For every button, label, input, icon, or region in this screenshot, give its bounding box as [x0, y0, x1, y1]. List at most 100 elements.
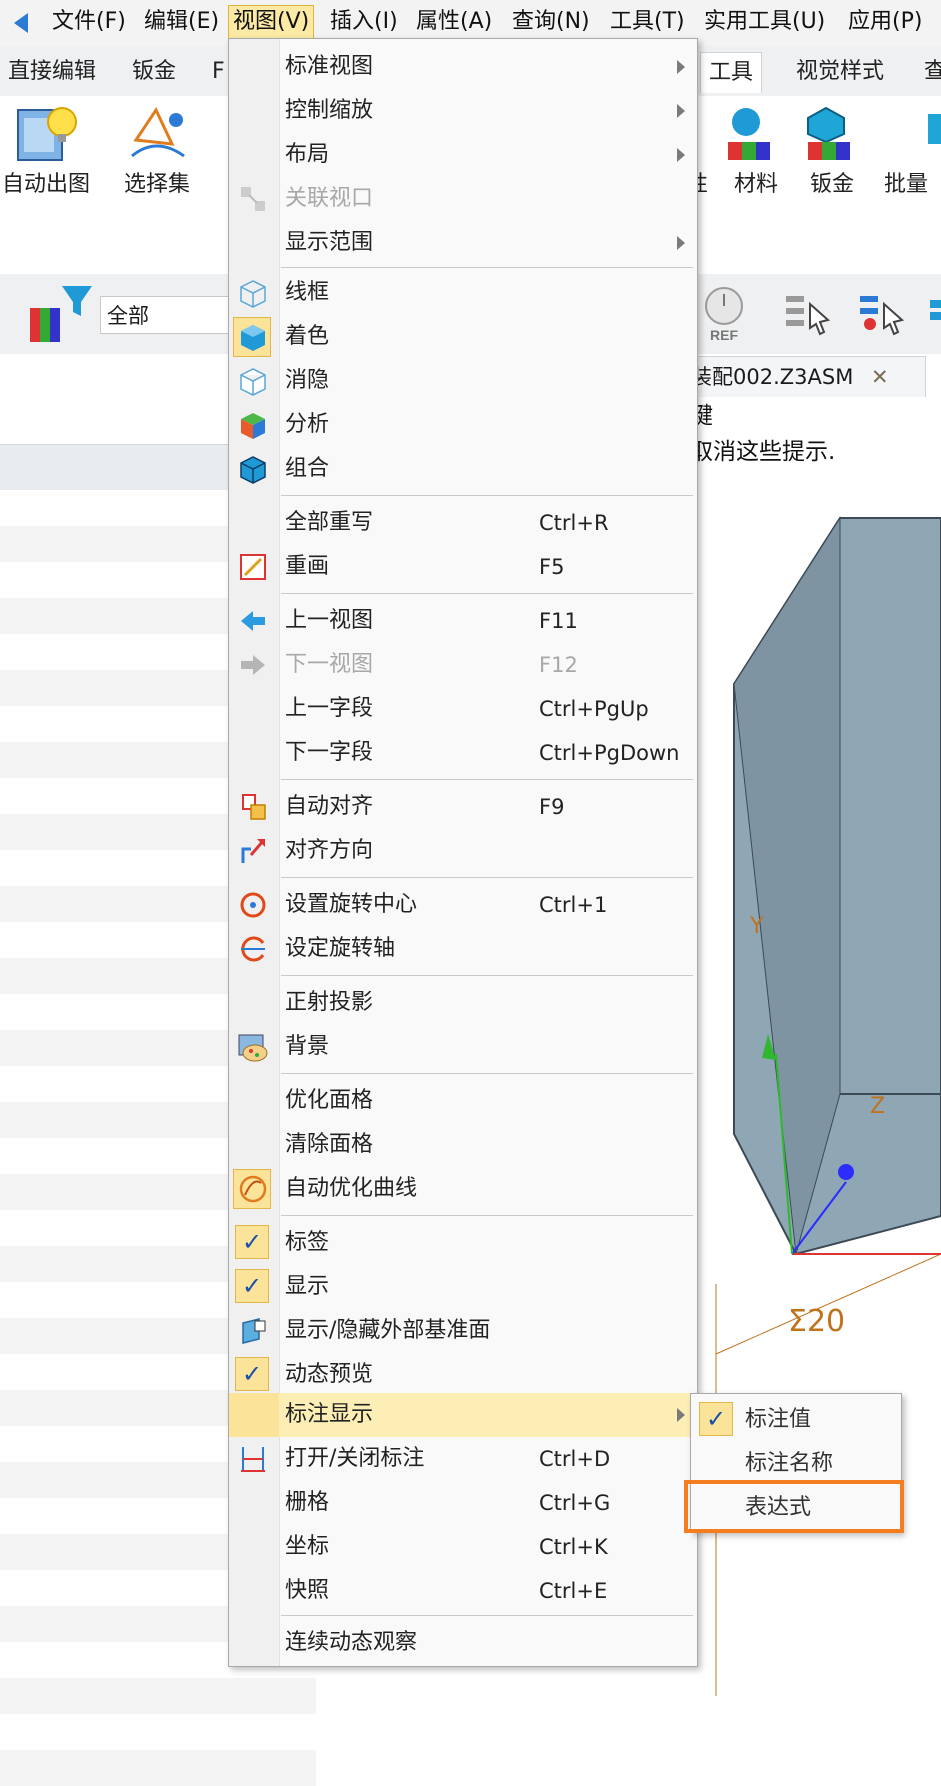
tree-row[interactable] [0, 1678, 316, 1714]
tree-row[interactable] [0, 1750, 316, 1786]
close-icon[interactable]: ✕ [871, 357, 889, 397]
menu-item-labels[interactable]: ✓ 标签 [229, 1221, 697, 1265]
menu-query[interactable]: 查询(N) [508, 6, 594, 38]
menu-item-next-view[interactable]: 下一视图 F12 [229, 643, 697, 687]
batch-icon[interactable] [926, 110, 941, 150]
menu-item-display-range[interactable]: 显示范围 [229, 221, 697, 265]
checkmark-icon: ✓ [235, 1357, 269, 1391]
menu-item-next-field[interactable]: 下一字段 Ctrl+PgDown [229, 731, 697, 775]
material-label: 材料 [734, 172, 779, 197]
svg-text:REF: REF [710, 327, 738, 343]
analysis-icon [241, 413, 265, 439]
menu-item-set-rotation-axis[interactable]: 设定旋转轴 [229, 927, 697, 971]
checkmark-icon: ✓ [699, 1402, 733, 1436]
shaded-icon [241, 325, 265, 351]
checkmark-icon: ✓ [235, 1225, 269, 1259]
checkmark-icon: ✓ [235, 1269, 269, 1303]
submenu-arrow-icon [677, 104, 685, 118]
menu-item-auto-align[interactable]: 自动对齐 F9 [229, 785, 697, 829]
arrow-right-icon [241, 655, 265, 675]
auto-align-icon [242, 794, 266, 820]
document-tab[interactable]: 装配002.Z3ASM ✕ [670, 356, 926, 397]
menu-apps[interactable]: 应用(P) [844, 6, 926, 38]
linked-viewport-icon [241, 187, 265, 211]
menu-item-toggle-annotations[interactable]: 打开/关闭标注 Ctrl+D [229, 1437, 697, 1481]
batch-label: 批量 [884, 172, 929, 197]
optimize-curves-icon [239, 1175, 267, 1203]
menu-item-regenerate-all[interactable]: 全部重写 Ctrl+R [229, 501, 697, 545]
menu-item-snapshot[interactable]: 快照 Ctrl+E [229, 1569, 697, 1613]
sheet-metal-icon[interactable] [800, 104, 860, 164]
rotation-center-icon [240, 892, 266, 918]
menu-attributes[interactable]: 属性(A) [412, 6, 496, 38]
menu-item-previous-view[interactable]: 上一视图 F11 [229, 599, 697, 643]
menu-item-display[interactable]: ✓ 显示 [229, 1265, 697, 1309]
hint-text: 取消这些提示. [690, 439, 836, 465]
toolbar-icon[interactable] [928, 296, 941, 336]
menu-utilities[interactable]: 实用工具(U) [700, 6, 829, 38]
menu-item-show-hide-datums[interactable]: 显示/隐藏外部基准面 [229, 1309, 697, 1353]
menu-item-optimize-facets[interactable]: 优化面格 [229, 1079, 697, 1123]
filter-icon[interactable] [28, 282, 98, 346]
menu-item-previous-field[interactable]: 上一字段 Ctrl+PgUp [229, 687, 697, 731]
menu-item-zoom-control[interactable]: 控制缩放 [229, 89, 697, 133]
menu-item-redraw[interactable]: 重画 F5 [229, 545, 697, 589]
menu-view[interactable]: 视图(V) [228, 5, 315, 39]
menu-item-orthographic[interactable]: 正射投影 [229, 981, 697, 1025]
ref-icon[interactable]: REF [700, 284, 756, 344]
axis-z-label: Z [870, 1094, 886, 1119]
material-icon[interactable] [724, 104, 784, 164]
submenu-arrow-icon [677, 60, 685, 74]
axis-y-label: Y [750, 914, 764, 939]
datum-plane-icon [242, 1318, 266, 1344]
menu-insert[interactable]: 插入(I) [326, 6, 402, 38]
menu-item-combined[interactable]: 组合 [229, 447, 697, 491]
menu-item-analysis[interactable]: 分析 [229, 403, 697, 447]
align-direction-icon [241, 839, 265, 863]
menu-item-standard-view[interactable]: 标准视图 [229, 45, 697, 89]
select-filter-icon[interactable] [782, 290, 834, 340]
tab-visual-style[interactable]: 视觉样式 [788, 52, 892, 92]
menu-item-dynamic-preview[interactable]: ✓ 动态预览 [229, 1353, 697, 1397]
menu-item-grid[interactable]: 栅格 Ctrl+G [229, 1481, 697, 1525]
menu-item-wireframe[interactable]: 线框 [229, 271, 697, 315]
dimension-icon [241, 1447, 265, 1472]
tab-sheet-metal[interactable]: 钣金 [124, 52, 184, 92]
menu-item-coordinates[interactable]: 坐标 Ctrl+K [229, 1525, 697, 1569]
menu-item-shaded[interactable]: 着色 [229, 315, 697, 359]
menu-tools[interactable]: 工具(T) [606, 6, 689, 38]
dimension-label: Σ20 [788, 1304, 846, 1339]
menu-edit[interactable]: 编辑(E) [140, 6, 223, 38]
menu-item-auto-optimize-curves[interactable]: 自动优化曲线 [229, 1167, 697, 1211]
background-icon [238, 1034, 268, 1062]
submenu-arrow-icon [677, 236, 685, 250]
view-menu-dropdown: 标准视图 控制缩放 布局 关联视口 显示范围 线框 着色 消隐 分析 组合 全部… [228, 38, 698, 1667]
wireframe-icon [240, 280, 266, 308]
menu-item-hidden-line[interactable]: 消隐 [229, 359, 697, 403]
tree-row[interactable] [0, 1714, 316, 1750]
menu-item-annotation-display[interactable]: 标注显示 [229, 1393, 697, 1437]
menu-item-continuous-orbit[interactable]: 连续动态观察 [229, 1621, 697, 1665]
auto-drawing-icon[interactable] [14, 100, 80, 172]
select-filter-icon[interactable] [856, 290, 908, 340]
tab-query[interactable]: 查 [916, 52, 941, 92]
tab-tools[interactable]: 工具 [700, 52, 763, 93]
menu-item-background[interactable]: 背景 [229, 1025, 697, 1069]
emphasis-highlight-box [684, 1480, 904, 1533]
selection-set-icon[interactable] [126, 100, 196, 172]
submenu-item-dimension-value[interactable]: ✓ 标注值 [691, 1398, 901, 1442]
back-arrow-icon[interactable] [14, 13, 28, 33]
menu-item-align-direction[interactable]: 对齐方向 [229, 829, 697, 873]
rotation-axis-icon [241, 936, 265, 962]
menu-item-set-rotation-center[interactable]: 设置旋转中心 Ctrl+1 [229, 883, 697, 927]
menu-item-layout[interactable]: 布局 [229, 133, 697, 177]
menu-file[interactable]: 文件(F) [48, 6, 130, 38]
menu-item-clear-facets[interactable]: 清除面格 [229, 1123, 697, 1167]
document-title: 装配002.Z3ASM [691, 365, 854, 389]
sheet-metal-label: 钣金 [810, 172, 855, 197]
arrow-left-icon [241, 611, 265, 631]
hidden-line-icon [240, 368, 266, 396]
menu-item-linked-viewport[interactable]: 关联视口 [229, 177, 697, 221]
tab-direct-edit[interactable]: 直接编辑 [0, 52, 104, 92]
filter-select[interactable]: 全部 [100, 296, 240, 334]
